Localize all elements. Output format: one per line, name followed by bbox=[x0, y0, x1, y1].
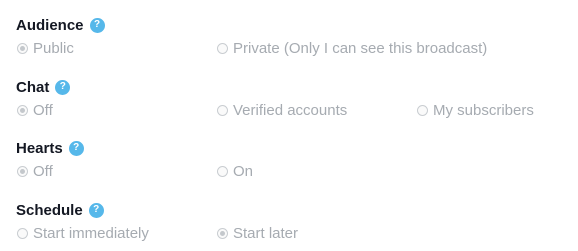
hearts-option-off[interactable]: Off bbox=[17, 161, 53, 181]
chat-option-verified-accounts[interactable]: Verified accounts bbox=[217, 100, 347, 120]
chat-my-subscribers-radio[interactable] bbox=[417, 104, 428, 116]
chat-section: Chat ? Off Verified accounts My subscrib… bbox=[16, 76, 576, 126]
schedule-start-immediately-label: Start immediately bbox=[33, 224, 149, 242]
hearts-section: Hearts ? Off On bbox=[16, 137, 576, 187]
audience-private-radio[interactable] bbox=[217, 42, 228, 54]
chat-my-subscribers-label: My subscribers bbox=[433, 101, 534, 119]
schedule-option-start-immediately[interactable]: Start immediately bbox=[17, 223, 149, 243]
hearts-heading: Hearts ? bbox=[16, 137, 84, 159]
hearts-option-on[interactable]: On bbox=[217, 161, 253, 181]
chat-option-off[interactable]: Off bbox=[17, 100, 53, 120]
schedule-start-immediately-radio[interactable] bbox=[17, 227, 28, 239]
schedule-start-later-radio[interactable] bbox=[217, 227, 228, 239]
audience-title: Audience bbox=[16, 16, 84, 34]
schedule-option-start-later[interactable]: Start later bbox=[217, 223, 298, 243]
hearts-help-icon[interactable]: ? bbox=[68, 140, 84, 156]
chat-title: Chat bbox=[16, 78, 50, 96]
hearts-on-radio[interactable] bbox=[217, 165, 228, 177]
audience-option-private[interactable]: Private (Only I can see this broadcast) bbox=[217, 38, 487, 58]
chat-verified-accounts-radio[interactable] bbox=[217, 104, 228, 116]
hearts-off-radio[interactable] bbox=[17, 165, 28, 177]
schedule-title: Schedule bbox=[16, 201, 83, 219]
hearts-off-label: Off bbox=[33, 162, 53, 180]
schedule-start-later-label: Start later bbox=[233, 224, 299, 242]
chat-verified-accounts-label: Verified accounts bbox=[233, 101, 348, 119]
chat-off-label: Off bbox=[33, 101, 53, 119]
chat-heading: Chat ? bbox=[16, 76, 71, 98]
hearts-on-label: On bbox=[233, 162, 254, 180]
hearts-title: Hearts bbox=[16, 139, 63, 157]
audience-option-public[interactable]: Public bbox=[17, 38, 74, 58]
chat-help-icon[interactable]: ? bbox=[55, 79, 71, 95]
audience-public-radio[interactable] bbox=[17, 42, 28, 54]
chat-option-my-subscribers[interactable]: My subscribers bbox=[417, 100, 534, 120]
audience-heading: Audience ? bbox=[16, 14, 105, 36]
chat-off-radio[interactable] bbox=[17, 104, 28, 116]
schedule-section: Schedule ? Start immediately Start later bbox=[16, 199, 576, 249]
schedule-heading: Schedule ? bbox=[16, 199, 104, 221]
audience-public-label: Public bbox=[33, 39, 74, 57]
audience-help-icon[interactable]: ? bbox=[89, 17, 105, 33]
schedule-help-icon[interactable]: ? bbox=[88, 202, 104, 218]
audience-section: Audience ? Public Private (Only I can se… bbox=[16, 14, 576, 64]
audience-private-label: Private (Only I can see this broadcast) bbox=[233, 39, 488, 57]
